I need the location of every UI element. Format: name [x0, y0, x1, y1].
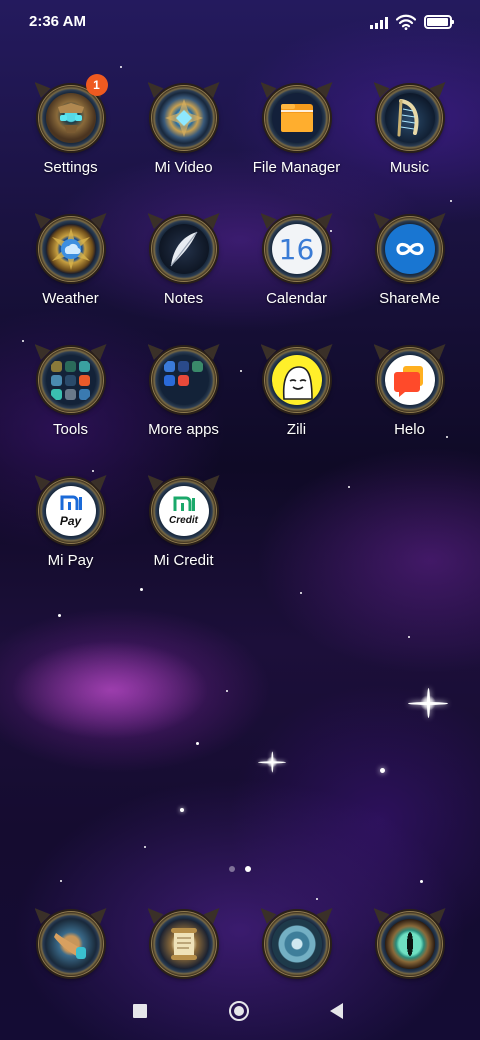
star	[60, 880, 62, 882]
app-mi-credit[interactable]: Credit Mi Credit	[127, 477, 240, 608]
star	[408, 636, 410, 638]
status-bar: 2:36 AM	[0, 0, 480, 44]
wifi-icon	[396, 14, 416, 30]
mi-video-icon[interactable]	[150, 85, 217, 151]
app-label: Tools	[52, 421, 89, 438]
app-music[interactable]: Music	[353, 84, 466, 215]
mi-pay-text: Pay	[59, 514, 82, 528]
folder-preview	[164, 360, 203, 400]
home-icon[interactable]	[229, 1001, 249, 1021]
folder-tools[interactable]: Tools	[14, 346, 127, 477]
calendar-icon[interactable]: 16	[263, 216, 330, 282]
app-mi-pay[interactable]: Pay Mi Pay	[14, 477, 127, 608]
app-label: Helo	[394, 421, 425, 438]
mi-pay-icon[interactable]: Pay	[37, 478, 104, 544]
page-dot[interactable]	[229, 866, 235, 872]
star	[144, 846, 146, 848]
page-indicator	[0, 866, 480, 872]
tools-folder-icon[interactable]	[37, 347, 104, 413]
more-apps-folder-icon[interactable]	[150, 347, 217, 413]
app-label: ShareMe	[379, 290, 440, 307]
notes-icon[interactable]	[150, 216, 217, 282]
app-label: Settings	[43, 159, 98, 176]
folder-preview	[51, 360, 90, 400]
app-label: Calendar	[266, 290, 327, 307]
eye-icon[interactable]	[376, 911, 443, 977]
star	[120, 66, 122, 68]
app-label: Mi Pay	[47, 552, 94, 569]
navigation-bar	[0, 990, 480, 1040]
star	[226, 690, 228, 692]
app-file-manager[interactable]: File Manager	[240, 84, 353, 215]
app-calendar[interactable]: 16 Calendar	[240, 215, 353, 346]
battery-icon	[424, 15, 454, 29]
star	[196, 742, 199, 745]
star	[180, 808, 184, 812]
back-icon[interactable]	[330, 1003, 343, 1019]
page-dot-active[interactable]	[245, 866, 251, 872]
calendar-date: 16	[278, 232, 315, 266]
music-icon[interactable]	[376, 85, 443, 151]
app-grid: 1 Settings Mi Video File Manager Music W…	[14, 74, 466, 608]
recent-apps-icon[interactable]	[133, 1004, 147, 1018]
file-manager-icon[interactable]	[263, 85, 330, 151]
notification-badge: 1	[85, 74, 108, 96]
star	[380, 768, 385, 773]
app-label: Mi Video	[154, 159, 213, 176]
app-notes[interactable]: Notes	[127, 215, 240, 346]
app-label: Weather	[42, 290, 99, 307]
weather-icon[interactable]	[37, 216, 104, 282]
settings-icon[interactable]: 1	[37, 74, 108, 151]
app-weather[interactable]: Weather	[14, 215, 127, 346]
dock	[14, 911, 466, 977]
app-shareme[interactable]: ShareMe	[353, 215, 466, 346]
app-mi-video[interactable]: Mi Video	[127, 84, 240, 215]
app-helo[interactable]: Helo	[353, 346, 466, 477]
app-label: Music	[389, 159, 430, 176]
mi-logo-icon	[60, 495, 82, 510]
app-settings[interactable]: 1 Settings	[14, 74, 127, 215]
browser-icon[interactable]	[263, 911, 330, 977]
mi-credit-text: Credit	[169, 515, 198, 526]
mi-pay-logo: Pay	[60, 495, 82, 527]
star	[420, 880, 423, 883]
app-label: File Manager	[252, 159, 341, 176]
star	[316, 898, 318, 900]
horn-icon[interactable]	[37, 911, 104, 977]
star	[58, 614, 61, 617]
scroll-icon[interactable]	[150, 911, 217, 977]
status-icons	[370, 13, 454, 31]
status-time: 2:36 AM	[29, 13, 86, 30]
folder-more-apps[interactable]: More apps	[127, 346, 240, 477]
zili-icon[interactable]	[263, 347, 330, 413]
app-label: Mi Credit	[153, 552, 214, 569]
mi-logo-icon	[173, 496, 195, 511]
app-label: Zili	[286, 421, 307, 438]
mi-credit-logo: Credit	[169, 496, 198, 526]
helo-icon[interactable]	[376, 347, 443, 413]
app-label: More apps	[148, 421, 219, 438]
battery-fill	[427, 18, 448, 26]
app-zili[interactable]: Zili	[240, 346, 353, 477]
shareme-icon[interactable]	[376, 216, 443, 282]
signal-icon	[370, 16, 388, 29]
mi-credit-icon[interactable]: Credit	[150, 478, 217, 544]
app-label: Notes	[163, 290, 204, 307]
